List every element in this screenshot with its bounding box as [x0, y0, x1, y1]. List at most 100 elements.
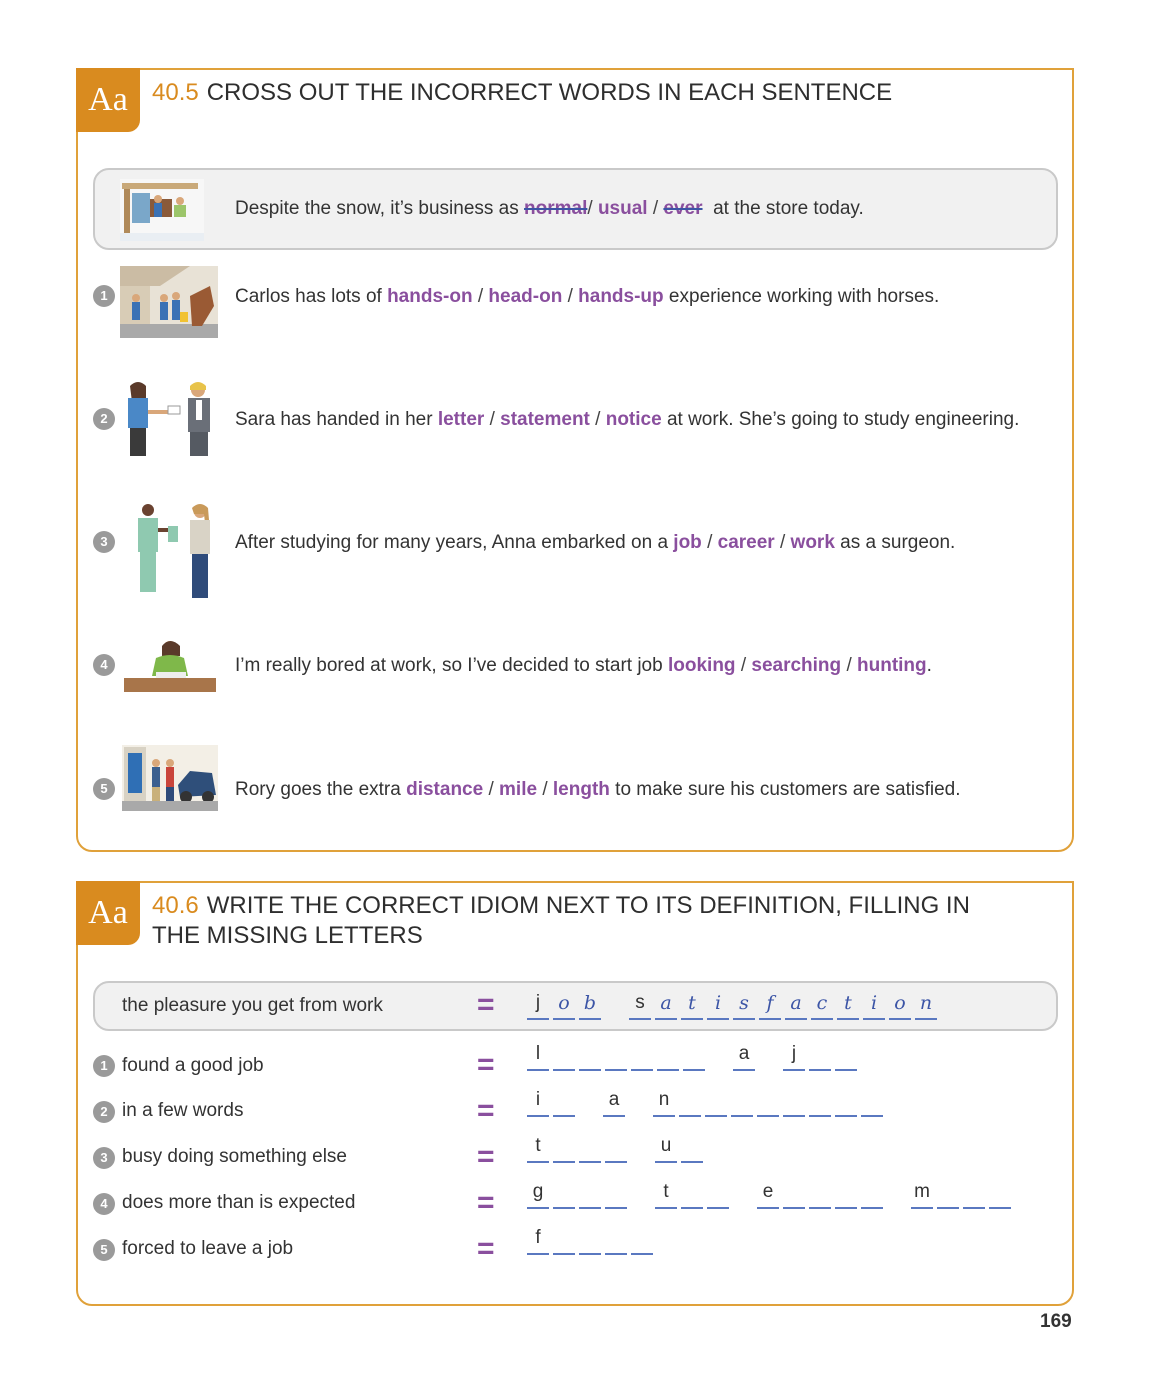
option-correct[interactable]: usual	[598, 198, 648, 219]
letter-slot[interactable]	[579, 1041, 601, 1071]
letter-slot[interactable]	[861, 1087, 883, 1117]
option[interactable]: searching	[751, 655, 841, 676]
option[interactable]: work	[791, 532, 835, 553]
letter-slot[interactable]: m	[911, 1179, 933, 1209]
letter-slot[interactable]	[705, 1087, 727, 1117]
letter-slot[interactable]	[963, 1179, 985, 1209]
letter-slot[interactable]: a	[655, 990, 677, 1020]
letter-slot[interactable]	[605, 1041, 627, 1071]
letter-slot[interactable]	[579, 1179, 601, 1209]
letter-slot[interactable]	[553, 1041, 575, 1071]
letter-slot[interactable]	[681, 1179, 703, 1209]
letter-slot[interactable]	[553, 1179, 575, 1209]
option[interactable]: statement	[500, 409, 590, 430]
letter-slot[interactable]	[657, 1041, 679, 1071]
letter-slot[interactable]: l	[527, 1041, 549, 1071]
equals-sign: =	[477, 1048, 495, 1081]
letter-slot[interactable]	[731, 1087, 753, 1117]
letter-slot[interactable]: j	[783, 1041, 805, 1071]
letter-slot[interactable]	[579, 1225, 601, 1255]
vocab-badge: Aa	[76, 68, 140, 132]
letter-slot[interactable]	[757, 1087, 779, 1117]
item-number-badge: 4	[93, 654, 115, 676]
letter-slot[interactable]: n	[915, 990, 937, 1020]
letter-slot[interactable]: g	[527, 1179, 549, 1209]
letter-slot[interactable]	[809, 1179, 831, 1209]
letter-slot[interactable]	[579, 1133, 601, 1163]
option[interactable]: career	[718, 532, 775, 553]
letter-slot[interactable]: t	[837, 990, 859, 1020]
option[interactable]: notice	[606, 409, 662, 430]
letter-slot[interactable]: s	[733, 990, 755, 1020]
option[interactable]: mile	[499, 779, 537, 800]
definition-4: does more than is expected	[122, 1192, 356, 1213]
option[interactable]: job	[673, 532, 702, 553]
letter-slot[interactable]: s	[629, 990, 651, 1020]
example-sentence: Despite the snow, it’s business as norma…	[235, 198, 864, 219]
letter-slot[interactable]: i	[707, 990, 729, 1020]
letter-slot[interactable]	[835, 1179, 857, 1209]
item-number-badge: 2	[93, 408, 115, 430]
letter-slot[interactable]: t	[681, 990, 703, 1020]
letter-slot[interactable]	[937, 1179, 959, 1209]
sentence-3: After studying for many years, Anna emba…	[235, 532, 956, 553]
letter-slot[interactable]	[681, 1133, 703, 1163]
option[interactable]: distance	[406, 779, 483, 800]
letter-slot[interactable]: a	[733, 1041, 755, 1071]
customer-service-illustration-icon	[122, 745, 218, 811]
example-definition: the pleasure you get from work	[122, 995, 383, 1016]
letter-slot[interactable]: n	[653, 1087, 675, 1117]
letter-slot[interactable]	[861, 1179, 883, 1209]
letter-slot[interactable]	[553, 1087, 575, 1117]
letter-slot[interactable]	[605, 1225, 627, 1255]
exercise-number: 40.6	[152, 892, 199, 919]
option[interactable]: hands-up	[578, 286, 664, 307]
letter-slot[interactable]	[631, 1225, 653, 1255]
sentence-5: Rory goes the extra distance / mile / le…	[235, 779, 961, 800]
letter-slot[interactable]	[835, 1087, 857, 1117]
option-crossed[interactable]: ever	[663, 198, 702, 219]
letter-slot[interactable]: f	[759, 990, 781, 1020]
letter-slot[interactable]: o	[889, 990, 911, 1020]
option[interactable]: head-on	[488, 286, 562, 307]
option[interactable]: hands-on	[387, 286, 473, 307]
letter-slot[interactable]: i	[527, 1087, 549, 1117]
option-crossed[interactable]: normal	[524, 198, 587, 219]
letter-slot[interactable]: j	[527, 990, 549, 1020]
letter-slot[interactable]	[707, 1179, 729, 1209]
letter-slot[interactable]: b	[579, 990, 601, 1020]
letter-slot[interactable]	[679, 1087, 701, 1117]
letter-slot[interactable]	[605, 1179, 627, 1209]
letter-slot[interactable]	[553, 1133, 575, 1163]
letter-slot[interactable]: f	[527, 1225, 549, 1255]
letter-slot[interactable]	[809, 1041, 831, 1071]
letter-slot[interactable]	[631, 1041, 653, 1071]
letter-slot[interactable]: o	[553, 990, 575, 1020]
letter-slot[interactable]: c	[811, 990, 833, 1020]
letter-slot[interactable]: t	[655, 1179, 677, 1209]
page-number: 169	[1040, 1311, 1072, 1332]
option[interactable]: letter	[438, 409, 484, 430]
letter-slot[interactable]	[783, 1087, 805, 1117]
letter-slot[interactable]	[809, 1087, 831, 1117]
letter-slot[interactable]	[783, 1179, 805, 1209]
letter-slot[interactable]	[835, 1041, 857, 1071]
item-number-badge: 2	[93, 1101, 115, 1123]
letter-slot[interactable]: a	[785, 990, 807, 1020]
letter-slot[interactable]	[605, 1133, 627, 1163]
option[interactable]: looking	[668, 655, 736, 676]
letter-slot[interactable]	[683, 1041, 705, 1071]
letter-slot[interactable]: e	[757, 1179, 779, 1209]
handing-notice-illustration-icon	[128, 382, 210, 456]
item-number-badge: 1	[93, 285, 115, 307]
equals-sign: =	[477, 1186, 495, 1219]
option[interactable]: length	[553, 779, 610, 800]
letter-slot[interactable]	[553, 1225, 575, 1255]
letter-slot[interactable]: u	[655, 1133, 677, 1163]
letter-slot[interactable]: t	[527, 1133, 549, 1163]
letter-slot[interactable]	[989, 1179, 1011, 1209]
horse-stable-illustration-icon	[120, 266, 218, 338]
letter-slot[interactable]: i	[863, 990, 885, 1020]
letter-slot[interactable]: a	[603, 1087, 625, 1117]
option[interactable]: hunting	[857, 655, 927, 676]
